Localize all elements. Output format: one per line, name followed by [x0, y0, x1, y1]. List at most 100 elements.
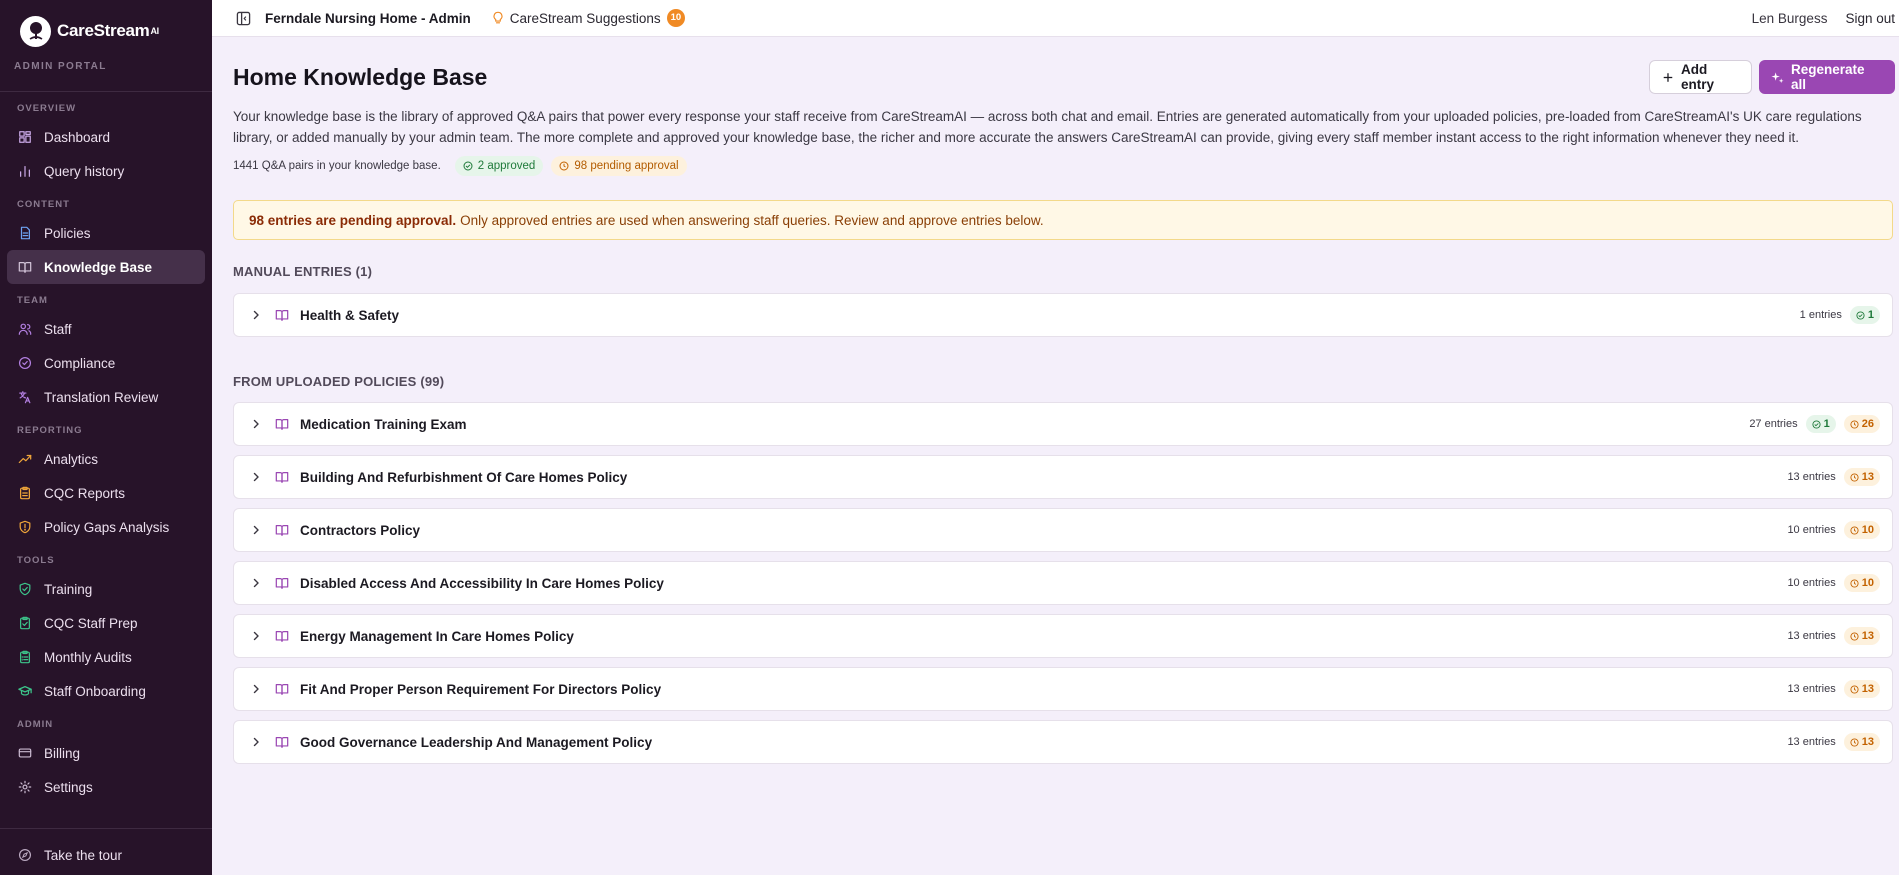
pending-count: 13 [1861, 736, 1874, 748]
sidebar-item-monthly-audits[interactable]: Monthly Audits [7, 640, 205, 674]
sidebar-toggle-icon[interactable] [235, 10, 251, 26]
kb-group-row[interactable]: Contractors Policy 10 entries 10 [233, 508, 1893, 552]
chevron-right-icon[interactable] [250, 418, 262, 430]
pending-count-badge: 26 [1843, 415, 1880, 433]
kb-group-row[interactable]: Energy Management In Care Homes Policy 13… [233, 614, 1893, 658]
document-icon [17, 225, 33, 241]
suggestions-count-badge: 10 [666, 9, 686, 27]
alert-strong: 98 entries are pending approval. [249, 212, 457, 228]
sidebar-item-billing[interactable]: Billing [7, 736, 205, 770]
kb-group-row[interactable]: Health & Safety 1 entries 1 [233, 293, 1893, 337]
pending-count: 10 [1861, 524, 1874, 536]
sidebar-item-dashboard[interactable]: Dashboard [7, 120, 205, 154]
sidebar-item-label: CQC Reports [44, 485, 126, 501]
entry-count: 10 entries [1787, 577, 1836, 589]
kb-group-meta: 10 entries 10 [1787, 574, 1892, 592]
kb-group-row[interactable]: Building And Refurbishment Of Care Homes… [233, 455, 1893, 499]
entry-count: 13 entries [1787, 471, 1836, 483]
book-open-icon [275, 735, 289, 749]
add-entry-label: Add entry [1680, 62, 1714, 92]
brand-name: CareStreamAI [57, 21, 159, 40]
chevron-right-icon[interactable] [250, 683, 262, 695]
clipboard-list-icon [17, 649, 33, 665]
sidebar-item-policy-gaps-analysis[interactable]: Policy Gaps Analysis [7, 510, 205, 544]
sidebar-item-knowledge-base[interactable]: Knowledge Base [7, 250, 205, 284]
user-area: Len Burgess Sign out [1752, 11, 1899, 26]
sidebar-item-cqc-reports[interactable]: CQC Reports [7, 476, 205, 510]
translate-icon [17, 389, 33, 405]
plus-icon [1663, 72, 1673, 82]
clock-icon [1850, 737, 1859, 747]
kb-group-title: Fit And Proper Person Requirement For Di… [300, 681, 662, 697]
kb-group-row[interactable]: Good Governance Leadership And Managemen… [233, 720, 1893, 764]
brand[interactable]: CareStreamAI [0, 0, 212, 62]
users-icon [17, 321, 33, 337]
sidebar-item-label: Billing [44, 745, 81, 761]
chevron-right-icon[interactable] [250, 577, 262, 589]
sidebar-item-analytics[interactable]: Analytics [7, 442, 205, 476]
clipboard-check-icon [17, 615, 33, 631]
chevron-right-icon[interactable] [250, 524, 262, 536]
sidebar-item-query-history[interactable]: Query history [7, 154, 205, 188]
clock-icon [1850, 684, 1859, 694]
sidebar-item-policies[interactable]: Policies [7, 216, 205, 250]
sparkles-icon [1771, 71, 1784, 83]
book-open-icon [275, 576, 289, 590]
chevron-right-icon[interactable] [250, 736, 262, 748]
sidebar-item-label: Translation Review [44, 389, 159, 405]
sidebar-item-label: Dashboard [44, 129, 111, 145]
pair-count: 1441 Q&A pairs in your knowledge base. [233, 160, 441, 172]
book-open-icon [275, 523, 289, 537]
sidebar-item-label: Training [44, 581, 93, 597]
sidebar-item-training[interactable]: Training [7, 572, 205, 606]
kb-stats: 1441 Q&A pairs in your knowledge base. 2… [233, 156, 687, 176]
sidebar-item-label: Analytics [44, 451, 99, 467]
sidebar-item-compliance[interactable]: Compliance [7, 346, 205, 380]
take-tour-button[interactable]: Take the tour [7, 838, 205, 872]
take-tour-label: Take the tour [44, 847, 123, 863]
pending-count: 10 [1861, 577, 1874, 589]
sidebar-footer: Take the tour [0, 828, 212, 872]
sidebar-item-translation-review[interactable]: Translation Review [7, 380, 205, 414]
intro-text: Your knowledge base is the library of ap… [233, 109, 1862, 145]
sidebar-section-title: ADMIN [17, 719, 54, 730]
uploaded-section-title: FROM UPLOADED POLICIES (99) [233, 374, 445, 389]
sidebar-item-label: Monthly Audits [44, 649, 132, 665]
pending-count-badge: 13 [1843, 733, 1880, 751]
book-open-icon [17, 259, 33, 275]
kb-group-row[interactable]: Fit And Proper Person Requirement For Di… [233, 667, 1893, 711]
top-bar: Ferndale Nursing Home - Admin CareStream… [212, 0, 1899, 37]
sidebar-item-staff[interactable]: Staff [7, 312, 205, 346]
chevron-right-icon[interactable] [250, 630, 262, 642]
kb-group-meta: 13 entries 13 [1787, 468, 1892, 486]
clock-icon [1850, 472, 1859, 482]
chevron-right-icon[interactable] [250, 471, 262, 483]
sidebar-item-staff-onboarding[interactable]: Staff Onboarding [7, 674, 205, 708]
regenerate-all-button[interactable]: Regenerate all [1759, 60, 1895, 94]
lightbulb-icon [491, 11, 505, 25]
kb-group-title: Health & Safety [300, 307, 400, 323]
shield-check-icon [17, 581, 33, 597]
clock-icon [559, 161, 569, 171]
sidebar-item-cqc-staff-prep[interactable]: CQC Staff Prep [7, 606, 205, 640]
pending-count: 13 [1861, 471, 1874, 483]
clock-icon [1850, 525, 1859, 535]
chevron-right-icon[interactable] [250, 309, 262, 321]
suggestions-label: CareStream Suggestions [509, 10, 661, 26]
kb-group-meta: 27 entries 1 26 [1749, 415, 1892, 433]
sidebar-item-label: Staff Onboarding [44, 683, 146, 699]
suggestions-button[interactable]: CareStream Suggestions 10 [491, 9, 686, 27]
pending-count-badge: 13 [1843, 680, 1880, 698]
pending-count-badge: 13 [1843, 627, 1880, 645]
book-open-icon [275, 470, 289, 484]
sign-out-link[interactable]: Sign out [1845, 11, 1895, 26]
manual-section-title: MANUAL ENTRIES (1) [233, 264, 373, 279]
kb-group-row[interactable]: Disabled Access And Accessibility In Car… [233, 561, 1893, 605]
sidebar-section-title: TOOLS [17, 555, 55, 566]
kb-group-meta: 13 entries 13 [1787, 627, 1892, 645]
kb-group-row[interactable]: Medication Training Exam 27 entries 1 26 [233, 402, 1893, 446]
sidebar-nav: OVERVIEW Dashboard Query history CONTENT Pol… [0, 92, 212, 804]
sidebar-item-settings[interactable]: Settings [7, 770, 205, 804]
shield-alert-icon [17, 519, 33, 535]
add-entry-button[interactable]: Add entry [1649, 60, 1752, 94]
